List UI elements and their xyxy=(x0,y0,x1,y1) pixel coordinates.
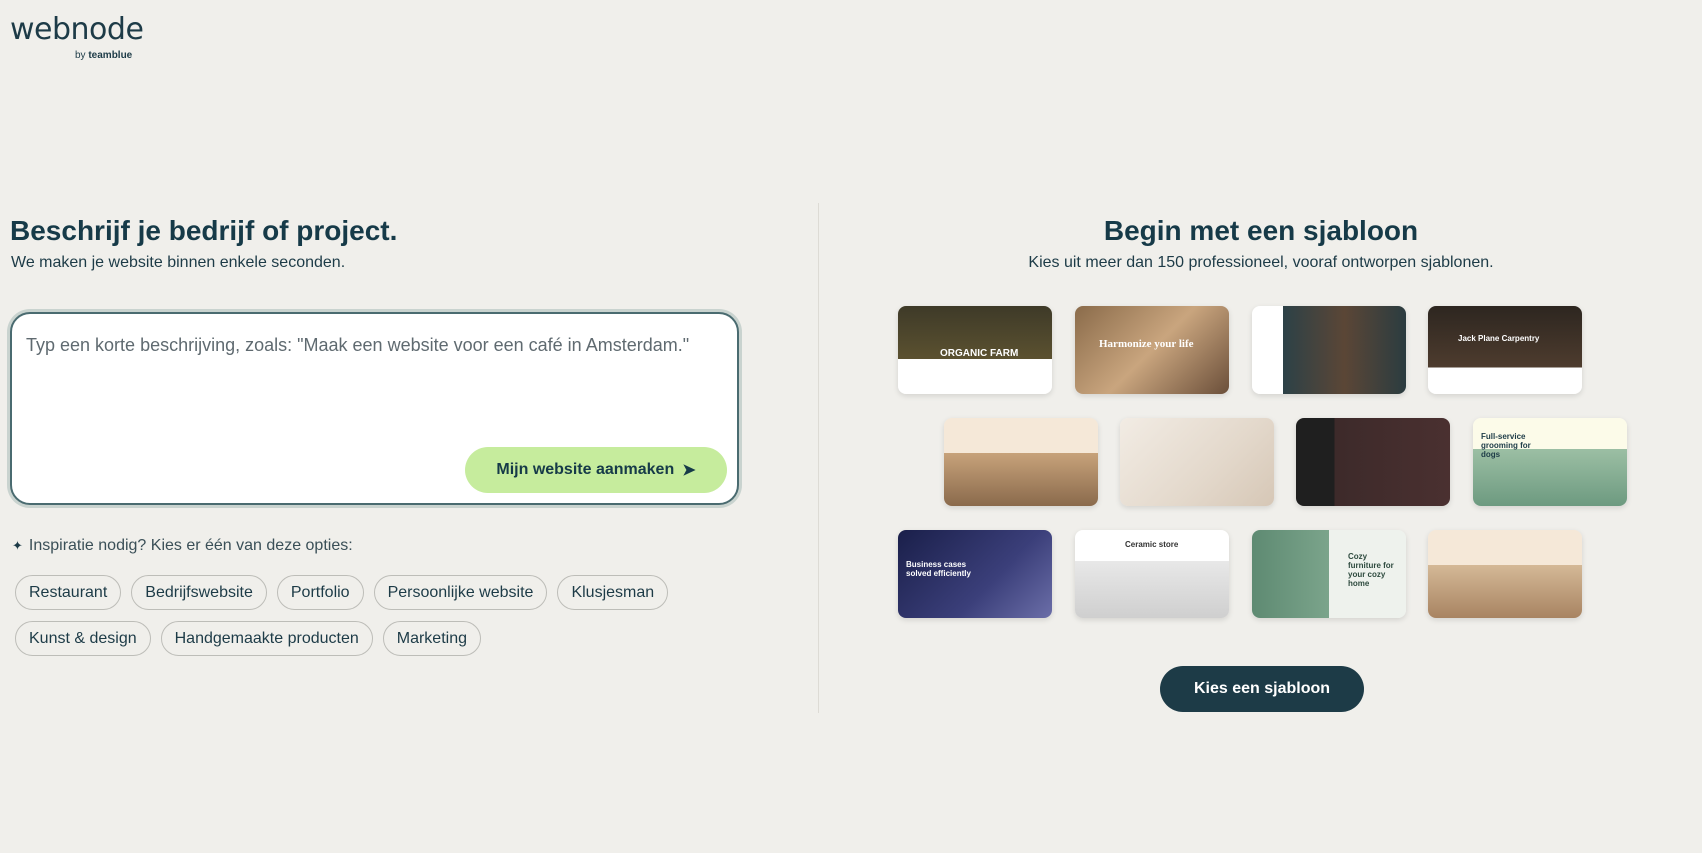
logo-byline: by teamblue xyxy=(75,50,132,61)
webnode-logo[interactable]: webnode by teamblue xyxy=(10,12,144,61)
template-label: Full-service grooming for dogs xyxy=(1481,432,1531,459)
template-label: Business cases solved efficiently xyxy=(906,560,971,578)
template-dark-product[interactable] xyxy=(1296,418,1450,506)
template-label: ORGANIC FARM xyxy=(940,348,1019,359)
template-subtitle: Kies uit meer dan 150 professioneel, voo… xyxy=(1028,254,1494,271)
template-ceramic[interactable]: Ceramic store xyxy=(1075,530,1229,618)
choose-template-button[interactable]: Kies een sjabloon xyxy=(1160,666,1364,712)
template-label: Harmonize your life xyxy=(1099,338,1194,350)
template-title: Begin met een sjabloon xyxy=(1103,215,1419,246)
column-divider xyxy=(818,203,819,713)
chip-restaurant[interactable]: Restaurant xyxy=(15,575,122,610)
arrow-right-icon: ➤ xyxy=(682,462,696,479)
chip-portfolio[interactable]: Portfolio xyxy=(276,575,364,610)
chip-art-design[interactable]: Kunst & design xyxy=(15,621,151,656)
suggestion-chips: Restaurant Bedrijfswebsite Portfolio Per… xyxy=(15,575,735,656)
template-harmonize[interactable]: Harmonize your life xyxy=(1075,306,1229,394)
template-organic-farm[interactable]: ORGANIC FARM xyxy=(898,306,1052,394)
create-website-label: Mijn website aanmaken xyxy=(496,461,675,478)
describe-title: Beschrijf je bedrijf of project. xyxy=(10,215,398,246)
chip-business-website[interactable]: Bedrijfswebsite xyxy=(131,575,267,610)
chip-handmade-products[interactable]: Handgemaakte producten xyxy=(160,621,373,656)
chip-personal-website[interactable]: Persoonlijke website xyxy=(373,575,548,610)
template-label: Jack Plane Carpentry xyxy=(1458,334,1540,343)
logo-wordmark: webnode xyxy=(10,12,144,47)
logo-by: by xyxy=(75,50,86,61)
sparkle-icon: ✦ xyxy=(12,538,23,553)
template-label: Ceramic store xyxy=(1125,540,1179,549)
template-label: Cozy furniture for your cozy home xyxy=(1348,552,1394,588)
template-ballet[interactable] xyxy=(1120,418,1274,506)
chip-handyman[interactable]: Klusjesman xyxy=(557,575,669,610)
template-business[interactable]: Business cases solved efficiently xyxy=(898,530,1052,618)
inspiration-label: Inspiratie nodig? Kies er één van deze o… xyxy=(28,537,353,554)
create-website-button[interactable]: Mijn website aanmaken ➤ xyxy=(465,447,727,493)
inspiration-hint: ✦ Inspiratie nodig? Kies er één van deze… xyxy=(12,537,353,555)
description-box: Mijn website aanmaken ➤ xyxy=(10,312,739,505)
template-furniture[interactable]: Cozy furniture for your cozy home xyxy=(1252,530,1406,618)
template-dog-grooming[interactable]: Full-service grooming for dogs xyxy=(1473,418,1627,506)
description-input[interactable] xyxy=(26,332,706,442)
template-interior[interactable] xyxy=(944,418,1098,506)
template-carpentry[interactable]: Jack Plane Carpentry xyxy=(1428,306,1582,394)
logo-brand: teamblue xyxy=(88,50,133,61)
describe-subtitle: We maken je website binnen enkele second… xyxy=(11,254,346,271)
template-portrait[interactable] xyxy=(1252,306,1406,394)
template-cafe[interactable] xyxy=(1428,530,1582,618)
chip-marketing[interactable]: Marketing xyxy=(382,621,481,656)
